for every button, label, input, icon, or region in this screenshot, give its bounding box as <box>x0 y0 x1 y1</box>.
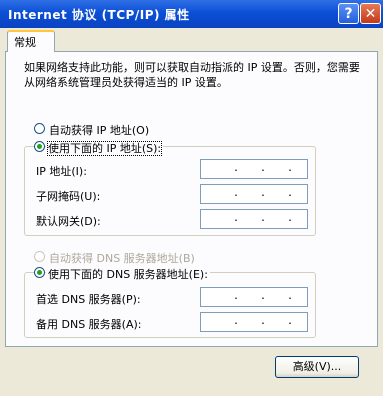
ip-dot: . <box>260 316 267 327</box>
subnet-mask-label: 子网掩码(U): <box>36 190 101 203</box>
close-icon: ✕ <box>364 6 377 22</box>
ip-dot: . <box>287 316 294 327</box>
ip-dot: . <box>287 188 294 199</box>
ip-dot: . <box>287 291 294 302</box>
radio-auto-dns[interactable] <box>34 251 45 262</box>
close-button[interactable]: ✕ <box>360 3 381 24</box>
radio-manual-dns-label[interactable]: 使用下面的 DNS 服务器地址(E): <box>46 266 210 282</box>
radio-manual-ip-label[interactable]: 使用下面的 IP 地址(S): <box>46 141 163 156</box>
alternate-dns-label: 备用 DNS 服务器(A): <box>36 318 142 331</box>
tab-general[interactable]: 常规 <box>7 30 55 52</box>
radio-manual-ip[interactable] <box>34 141 45 152</box>
help-icon: ? <box>344 6 353 22</box>
ip-dot: . <box>233 163 240 174</box>
title-bar: Internet 协议 (TCP/IP) 属性 ? ✕ <box>0 0 383 28</box>
radio-manual-dns[interactable] <box>34 267 45 278</box>
gateway-input[interactable]: ... <box>200 209 308 229</box>
radio-auto-dns-label[interactable]: 自动获得 DNS 服务器地址(B) <box>49 250 195 266</box>
subnet-mask-input[interactable]: ... <box>200 184 308 204</box>
radio-auto-ip[interactable] <box>34 123 45 134</box>
ip-dot: . <box>233 316 240 327</box>
help-button[interactable]: ? <box>338 3 359 24</box>
alternate-dns-input[interactable]: ... <box>200 312 308 332</box>
ip-dot: . <box>260 188 267 199</box>
gateway-label: 默认网关(D): <box>36 215 101 228</box>
tab-general-label: 常规 <box>14 36 36 49</box>
radio-auto-ip-label[interactable]: 自动获得 IP 地址(O) <box>49 122 149 138</box>
description-text: 如果网络支持此功能，则可以获取自动指派的 IP 设置。否则，您需要从网络系统管理… <box>24 61 360 89</box>
ip-dot: . <box>233 213 240 224</box>
preferred-dns-input[interactable]: ... <box>200 287 308 307</box>
preferred-dns-label: 首选 DNS 服务器(P): <box>36 293 141 306</box>
ip-dot: . <box>260 213 267 224</box>
window-title: Internet 协议 (TCP/IP) 属性 <box>8 8 190 22</box>
ip-dot: . <box>233 291 240 302</box>
ip-dot: . <box>260 291 267 302</box>
ip-dot: . <box>287 163 294 174</box>
ip-dot: . <box>287 213 294 224</box>
ip-dot: . <box>233 188 240 199</box>
ip-dot: . <box>260 163 267 174</box>
ip-address-input[interactable]: ... <box>200 159 308 179</box>
ip-address-label: IP 地址(I): <box>36 165 87 178</box>
advanced-button[interactable]: 高级(V)... <box>275 356 359 378</box>
